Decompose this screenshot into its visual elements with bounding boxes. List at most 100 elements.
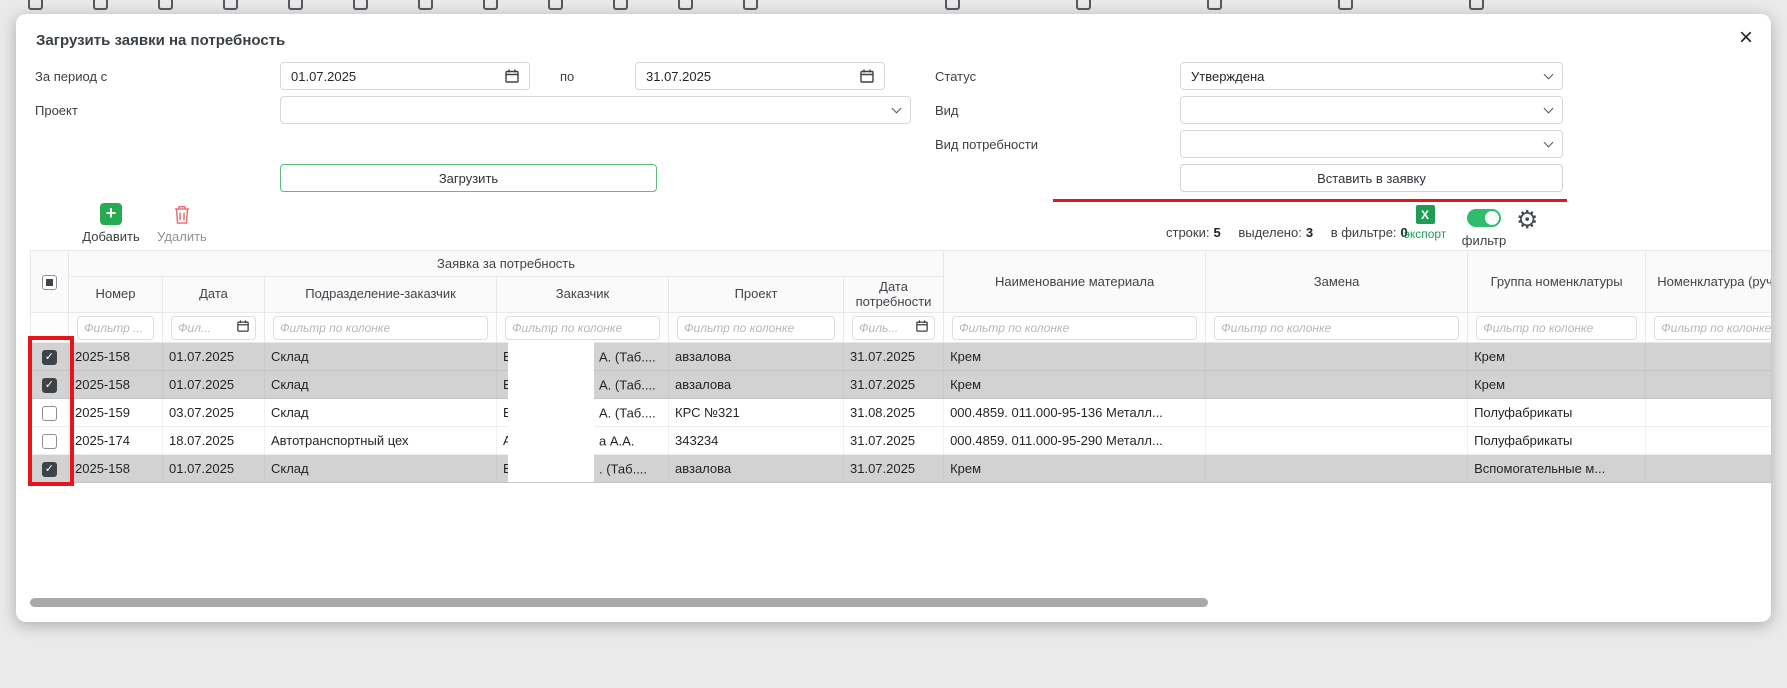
period-label: За период с <box>35 69 107 84</box>
cell-replacement <box>1206 427 1468 455</box>
cell-replacement <box>1206 399 1468 427</box>
cell-department: Склад <box>265 399 497 427</box>
column-header-date[interactable]: Дата <box>163 277 265 313</box>
table-row[interactable]: 2025-174 18.07.2025 Автотранспортный цех… <box>31 427 1772 455</box>
app-toolbar-icon[interactable] <box>678 0 693 10</box>
app-toolbar-icon[interactable] <box>1076 0 1091 10</box>
horizontal-scrollbar[interactable] <box>30 598 1208 607</box>
export-label: экспорт <box>1400 227 1450 241</box>
app-toolbar-icon[interactable] <box>418 0 433 10</box>
app-toolbar-icon[interactable] <box>945 0 960 10</box>
selected-count: 3 <box>1306 225 1313 240</box>
cell-manual-nomenclature <box>1646 399 1771 427</box>
chevron-down-icon <box>892 103 902 113</box>
select-all-checkbox[interactable] <box>42 275 57 290</box>
filter-input-project[interactable] <box>684 321 828 335</box>
grid-stats: строки:5 выделено:3 в фильтре:0 <box>1166 225 1408 240</box>
cell-material: 000.4859. 011.000-95-290 Металл... <box>944 427 1206 455</box>
need-kind-label: Вид потребности <box>935 137 1038 152</box>
filter-input-customer[interactable] <box>512 321 653 335</box>
table-row[interactable]: 2025-158 01.07.2025 Склад БА. (Таб.... а… <box>31 371 1772 399</box>
cell-replacement <box>1206 371 1468 399</box>
cell-manual-nomenclature <box>1646 371 1771 399</box>
filter-input-material[interactable] <box>959 321 1190 335</box>
cell-num: 2025-158 <box>69 455 163 483</box>
column-header-department[interactable]: Подразделение-заказчик <box>265 277 497 313</box>
filter-input-date[interactable] <box>178 321 237 335</box>
app-toolbar-icon[interactable] <box>1469 0 1484 10</box>
calendar-icon[interactable] <box>505 69 519 83</box>
group-header: Заявка за потребность <box>69 251 944 277</box>
app-toolbar-icon[interactable] <box>223 0 238 10</box>
column-header-num[interactable]: Номер <box>69 277 163 313</box>
cell-date: 18.07.2025 <box>163 427 265 455</box>
table-row[interactable]: 2025-158 01.07.2025 Склад Б. (Таб.... ав… <box>31 455 1772 483</box>
column-header-project[interactable]: Проект <box>669 277 844 313</box>
app-toolbar-icon[interactable] <box>548 0 563 10</box>
to-label: по <box>560 69 574 84</box>
app-toolbar-icon[interactable] <box>353 0 368 10</box>
app-toolbar-icon[interactable] <box>158 0 173 10</box>
calendar-icon[interactable] <box>237 320 249 335</box>
app-toolbar-icon[interactable] <box>288 0 303 10</box>
insert-into-request-button[interactable]: Вставить в заявку <box>1180 164 1563 192</box>
cell-need-date: 31.07.2025 <box>844 343 944 371</box>
export-button[interactable]: X экспорт <box>1400 205 1450 241</box>
filter-input-num[interactable] <box>84 321 147 335</box>
table-row[interactable]: 2025-159 03.07.2025 Склад БА. (Таб.... К… <box>31 399 1772 427</box>
column-header-material[interactable]: Наименование материала <box>944 251 1206 313</box>
app-toolbar-icon[interactable] <box>28 0 43 10</box>
filter-input-manual-nomenclature[interactable] <box>1661 321 1771 335</box>
cell-need-date: 31.07.2025 <box>844 371 944 399</box>
cell-nomenclature-group: Полуфабрикаты <box>1468 427 1646 455</box>
cell-project: авзалова <box>669 343 844 371</box>
filter-input-need-date[interactable] <box>859 321 916 335</box>
delete-button-label: Удалить <box>156 229 208 244</box>
column-header-customer[interactable]: Заказчик <box>497 277 669 313</box>
in-filter-label: в фильтре: <box>1331 225 1397 240</box>
rows-label: строки: <box>1166 225 1209 240</box>
load-requests-dialog: Загрузить заявки на потребность × За пер… <box>16 14 1771 622</box>
status-select[interactable]: Утверждена <box>1180 62 1563 90</box>
settings-gear-icon[interactable]: ⚙ <box>1516 208 1538 233</box>
load-button[interactable]: Загрузить <box>280 164 657 192</box>
table-row[interactable]: 2025-158 01.07.2025 Склад БА. (Таб.... а… <box>31 343 1772 371</box>
calendar-icon[interactable] <box>916 320 928 335</box>
redaction-overlay <box>508 342 594 482</box>
close-icon[interactable]: × <box>1739 26 1753 50</box>
need-kind-select[interactable] <box>1180 130 1563 158</box>
delete-button[interactable]: Удалить <box>156 203 208 244</box>
app-toolbar-icon[interactable] <box>743 0 758 10</box>
cell-department: Склад <box>265 455 497 483</box>
add-button[interactable]: + Добавить <box>80 203 142 244</box>
column-header-replacement[interactable]: Замена <box>1206 251 1468 313</box>
cell-replacement <box>1206 455 1468 483</box>
app-toolbar-icon[interactable] <box>93 0 108 10</box>
app-toolbar-icon[interactable] <box>1207 0 1222 10</box>
date-from-input[interactable] <box>280 62 530 90</box>
calendar-icon[interactable] <box>860 69 874 83</box>
cell-project: авзалова <box>669 371 844 399</box>
project-select[interactable] <box>280 96 911 124</box>
cell-need-date: 31.08.2025 <box>844 399 944 427</box>
app-toolbar-icon[interactable] <box>613 0 628 10</box>
cell-nomenclature-group: Вспомогательные м... <box>1468 455 1646 483</box>
app-toolbar-icon[interactable] <box>1338 0 1353 10</box>
column-header-manual-nomenclature[interactable]: Номенклатура (руч ввод) <box>1646 251 1771 313</box>
excel-icon: X <box>1416 205 1435 224</box>
filter-input-department[interactable] <box>280 321 481 335</box>
date-to-input[interactable] <box>635 62 885 90</box>
cell-date: 01.07.2025 <box>163 455 265 483</box>
column-header-nomenclature-group[interactable]: Группа номенклатуры <box>1468 251 1646 313</box>
kind-select[interactable] <box>1180 96 1563 124</box>
filter-input-nomenclature-group[interactable] <box>1483 321 1630 335</box>
cell-project: авзалова <box>669 455 844 483</box>
filter-toggle[interactable] <box>1467 209 1501 227</box>
add-button-label: Добавить <box>80 229 142 244</box>
chevron-down-icon <box>1544 69 1554 79</box>
column-header-need-date[interactable]: Дата потребности <box>844 277 944 313</box>
app-toolbar-icon[interactable] <box>483 0 498 10</box>
chevron-down-icon <box>1544 137 1554 147</box>
filter-input-replacement[interactable] <box>1221 321 1452 335</box>
selected-label: выделено: <box>1238 225 1301 240</box>
